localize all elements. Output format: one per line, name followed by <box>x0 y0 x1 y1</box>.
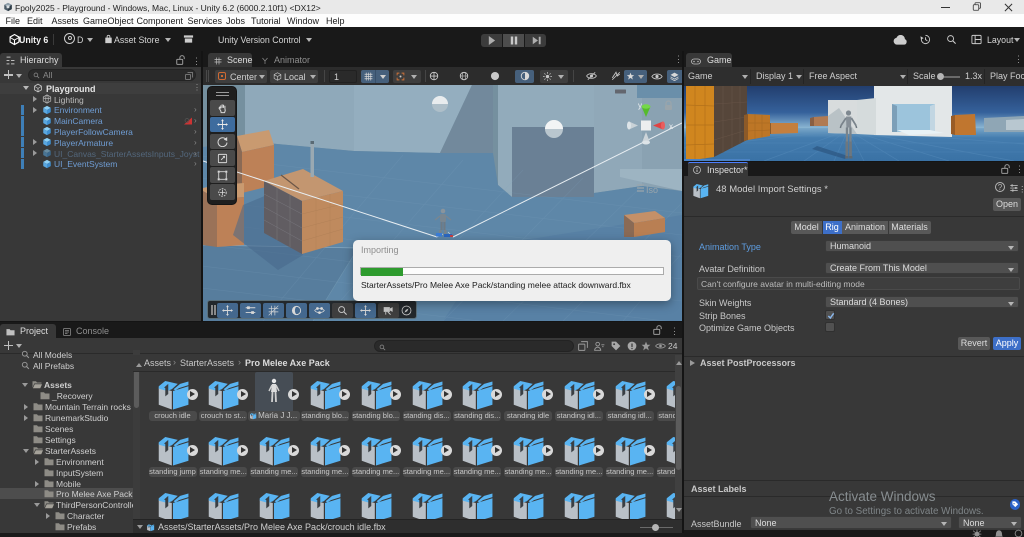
svg-text:y: y <box>638 101 642 110</box>
svg-text:x: x <box>669 122 673 131</box>
svg-text:Iso: Iso <box>646 185 658 195</box>
